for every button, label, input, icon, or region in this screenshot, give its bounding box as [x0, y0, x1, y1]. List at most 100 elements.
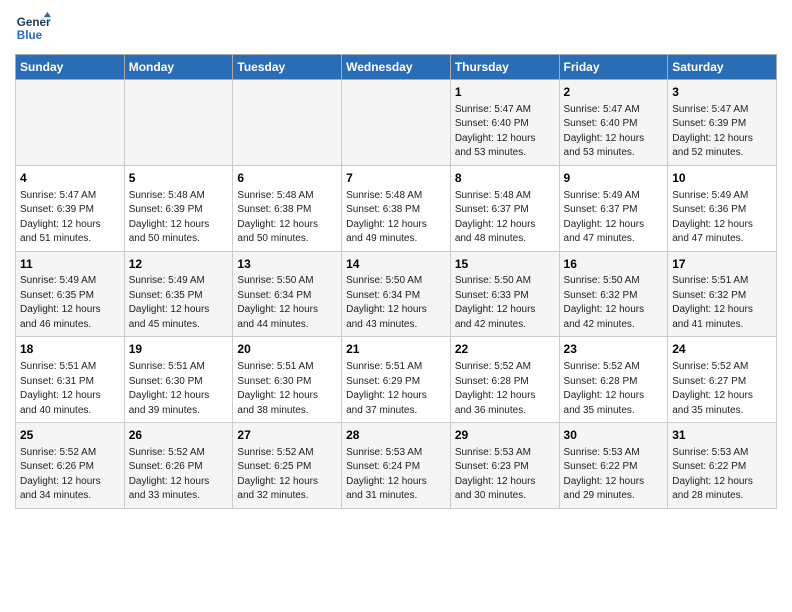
calendar-cell: 3 Sunrise: 5:47 AM Sunset: 6:39 PM Daylig… [668, 80, 777, 166]
calendar-table: SundayMondayTuesdayWednesdayThursdayFrid… [15, 54, 777, 509]
calendar-cell: 6Sunrise: 5:48 AM Sunset: 6:38 PM Daylig… [233, 165, 342, 251]
calendar-cell: 1Sunrise: 5:47 AM Sunset: 6:40 PM Daylig… [450, 80, 559, 166]
calendar-week-row: 4 Sunrise: 5:47 AM Sunset: 6:39 PM Daylig… [16, 165, 777, 251]
calendar-cell: 25 Sunrise: 5:52 AM Sunset: 6:26 PM Dayli… [16, 423, 125, 509]
logo[interactable]: General Blue [15, 10, 55, 46]
day-number: 19 [129, 341, 229, 358]
day-number: 30 [564, 427, 664, 444]
day-number: 21 [346, 341, 446, 358]
calendar-cell: 9 Sunrise: 5:49 AM Sunset: 6:37 PM Daylig… [559, 165, 668, 251]
calendar-week-row: 1 Sunrise: 5:47 AM Sunset: 6:40 PM Daylig… [16, 80, 777, 166]
day-number: 27 [237, 427, 337, 444]
calendar-cell: 20 Sunrise: 5:51 AM Sunset: 6:30 PM Dayli… [233, 337, 342, 423]
day-number: 26 [129, 427, 229, 444]
day-info: Sunrise: 5:52 AM Sunset: 6:26 PM Dayligh… [129, 446, 229, 504]
day-number: 2 [564, 84, 664, 101]
day-number: 17 [672, 256, 772, 273]
day-info: Sunrise: 5:52 AM Sunset: 6:28 PM Dayligh… [564, 360, 664, 418]
day-number: 4 [20, 170, 120, 187]
calendar-cell: 12Sunrise: 5:49 AM Sunset: 6:35 PM Dayli… [124, 251, 233, 337]
calendar-cell [342, 80, 451, 166]
calendar-cell [233, 80, 342, 166]
day-info: Sunrise: 5:49 AM Sunset: 6:36 PM Dayligh… [672, 189, 772, 247]
day-info: Sunrise: 5:52 AM Sunset: 6:26 PM Dayligh… [20, 446, 120, 504]
svg-text:Blue: Blue [17, 29, 43, 42]
day-info: Sunrise: 5:51 AM Sunset: 6:32 PM Dayligh… [672, 274, 772, 332]
day-info: Sunrise: 5:47 AM Sunset: 6:39 PM Dayligh… [20, 189, 120, 247]
calendar-cell: 17Sunrise: 5:51 AM Sunset: 6:32 PM Dayli… [668, 251, 777, 337]
day-info: Sunrise: 5:50 AM Sunset: 6:34 PM Dayligh… [346, 274, 446, 332]
day-info: Sunrise: 5:52 AM Sunset: 6:28 PM Dayligh… [455, 360, 555, 418]
day-number: 10 [672, 170, 772, 187]
calendar-cell: 21 Sunrise: 5:51 AM Sunset: 6:29 PM Dayli… [342, 337, 451, 423]
calendar-week-row: 25 Sunrise: 5:52 AM Sunset: 6:26 PM Dayli… [16, 423, 777, 509]
day-number: 5 [129, 170, 229, 187]
calendar-cell: 31Sunrise: 5:53 AM Sunset: 6:22 PM Dayli… [668, 423, 777, 509]
day-info: Sunrise: 5:50 AM Sunset: 6:34 PM Dayligh… [237, 274, 337, 332]
svg-text:General: General [17, 16, 51, 29]
calendar-cell: 26 Sunrise: 5:52 AM Sunset: 6:26 PM Dayli… [124, 423, 233, 509]
calendar-cell: 30Sunrise: 5:53 AM Sunset: 6:22 PM Dayli… [559, 423, 668, 509]
day-info: Sunrise: 5:51 AM Sunset: 6:31 PM Dayligh… [20, 360, 120, 418]
day-info: Sunrise: 5:50 AM Sunset: 6:33 PM Dayligh… [455, 274, 555, 332]
day-number: 28 [346, 427, 446, 444]
day-number: 11 [20, 256, 120, 273]
day-info: Sunrise: 5:48 AM Sunset: 6:38 PM Dayligh… [346, 189, 446, 247]
calendar-cell: 29Sunrise: 5:53 AM Sunset: 6:23 PM Dayli… [450, 423, 559, 509]
day-info: Sunrise: 5:48 AM Sunset: 6:37 PM Dayligh… [455, 189, 555, 247]
day-info: Sunrise: 5:50 AM Sunset: 6:32 PM Dayligh… [564, 274, 664, 332]
day-info: Sunrise: 5:53 AM Sunset: 6:23 PM Dayligh… [455, 446, 555, 504]
day-header-thursday: Thursday [450, 55, 559, 80]
day-info: Sunrise: 5:49 AM Sunset: 6:35 PM Dayligh… [20, 274, 120, 332]
calendar-cell: 8 Sunrise: 5:48 AM Sunset: 6:37 PM Daylig… [450, 165, 559, 251]
calendar-header-row: SundayMondayTuesdayWednesdayThursdayFrid… [16, 55, 777, 80]
day-header-sunday: Sunday [16, 55, 125, 80]
day-number: 15 [455, 256, 555, 273]
day-info: Sunrise: 5:49 AM Sunset: 6:35 PM Dayligh… [129, 274, 229, 332]
calendar-week-row: 18 Sunrise: 5:51 AM Sunset: 6:31 PM Dayli… [16, 337, 777, 423]
day-number: 18 [20, 341, 120, 358]
calendar-cell: 18 Sunrise: 5:51 AM Sunset: 6:31 PM Dayli… [16, 337, 125, 423]
day-info: Sunrise: 5:47 AM Sunset: 6:40 PM Dayligh… [564, 103, 664, 161]
day-info: Sunrise: 5:49 AM Sunset: 6:37 PM Dayligh… [564, 189, 664, 247]
day-number: 12 [129, 256, 229, 273]
day-info: Sunrise: 5:51 AM Sunset: 6:30 PM Dayligh… [129, 360, 229, 418]
day-header-monday: Monday [124, 55, 233, 80]
calendar-body: 1 Sunrise: 5:47 AM Sunset: 6:40 PM Daylig… [16, 80, 777, 509]
day-info: Sunrise: 5:53 AM Sunset: 6:22 PM Dayligh… [672, 446, 772, 504]
calendar-cell: 19 Sunrise: 5:51 AM Sunset: 6:30 PM Dayli… [124, 337, 233, 423]
header: General Blue [15, 10, 777, 46]
calendar-cell: 5 Sunrise: 5:48 AM Sunset: 6:39 PM Daylig… [124, 165, 233, 251]
day-number: 9 [564, 170, 664, 187]
day-info: Sunrise: 5:51 AM Sunset: 6:29 PM Dayligh… [346, 360, 446, 418]
calendar-container: General Blue SundayMondayTuesdayWednesda… [0, 0, 792, 519]
day-number: 1 [455, 84, 555, 101]
day-number: 25 [20, 427, 120, 444]
calendar-cell: 7 Sunrise: 5:48 AM Sunset: 6:38 PM Daylig… [342, 165, 451, 251]
calendar-cell: 10 Sunrise: 5:49 AM Sunset: 6:36 PM Dayli… [668, 165, 777, 251]
calendar-cell: 11Sunrise: 5:49 AM Sunset: 6:35 PM Dayli… [16, 251, 125, 337]
calendar-week-row: 11Sunrise: 5:49 AM Sunset: 6:35 PM Dayli… [16, 251, 777, 337]
day-number: 8 [455, 170, 555, 187]
day-header-saturday: Saturday [668, 55, 777, 80]
day-number: 20 [237, 341, 337, 358]
day-number: 24 [672, 341, 772, 358]
day-header-tuesday: Tuesday [233, 55, 342, 80]
day-info: Sunrise: 5:48 AM Sunset: 6:39 PM Dayligh… [129, 189, 229, 247]
day-info: Sunrise: 5:47 AM Sunset: 6:39 PM Dayligh… [672, 103, 772, 161]
calendar-cell: 23Sunrise: 5:52 AM Sunset: 6:28 PM Dayli… [559, 337, 668, 423]
day-info: Sunrise: 5:53 AM Sunset: 6:24 PM Dayligh… [346, 446, 446, 504]
day-number: 16 [564, 256, 664, 273]
day-header-wednesday: Wednesday [342, 55, 451, 80]
calendar-cell: 27Sunrise: 5:52 AM Sunset: 6:25 PM Dayli… [233, 423, 342, 509]
day-header-friday: Friday [559, 55, 668, 80]
day-number: 14 [346, 256, 446, 273]
day-number: 6 [237, 170, 337, 187]
calendar-cell: 14Sunrise: 5:50 AM Sunset: 6:34 PM Dayli… [342, 251, 451, 337]
day-number: 7 [346, 170, 446, 187]
day-info: Sunrise: 5:51 AM Sunset: 6:30 PM Dayligh… [237, 360, 337, 418]
day-number: 13 [237, 256, 337, 273]
day-number: 3 [672, 84, 772, 101]
calendar-cell [16, 80, 125, 166]
logo-icon: General Blue [15, 10, 51, 46]
